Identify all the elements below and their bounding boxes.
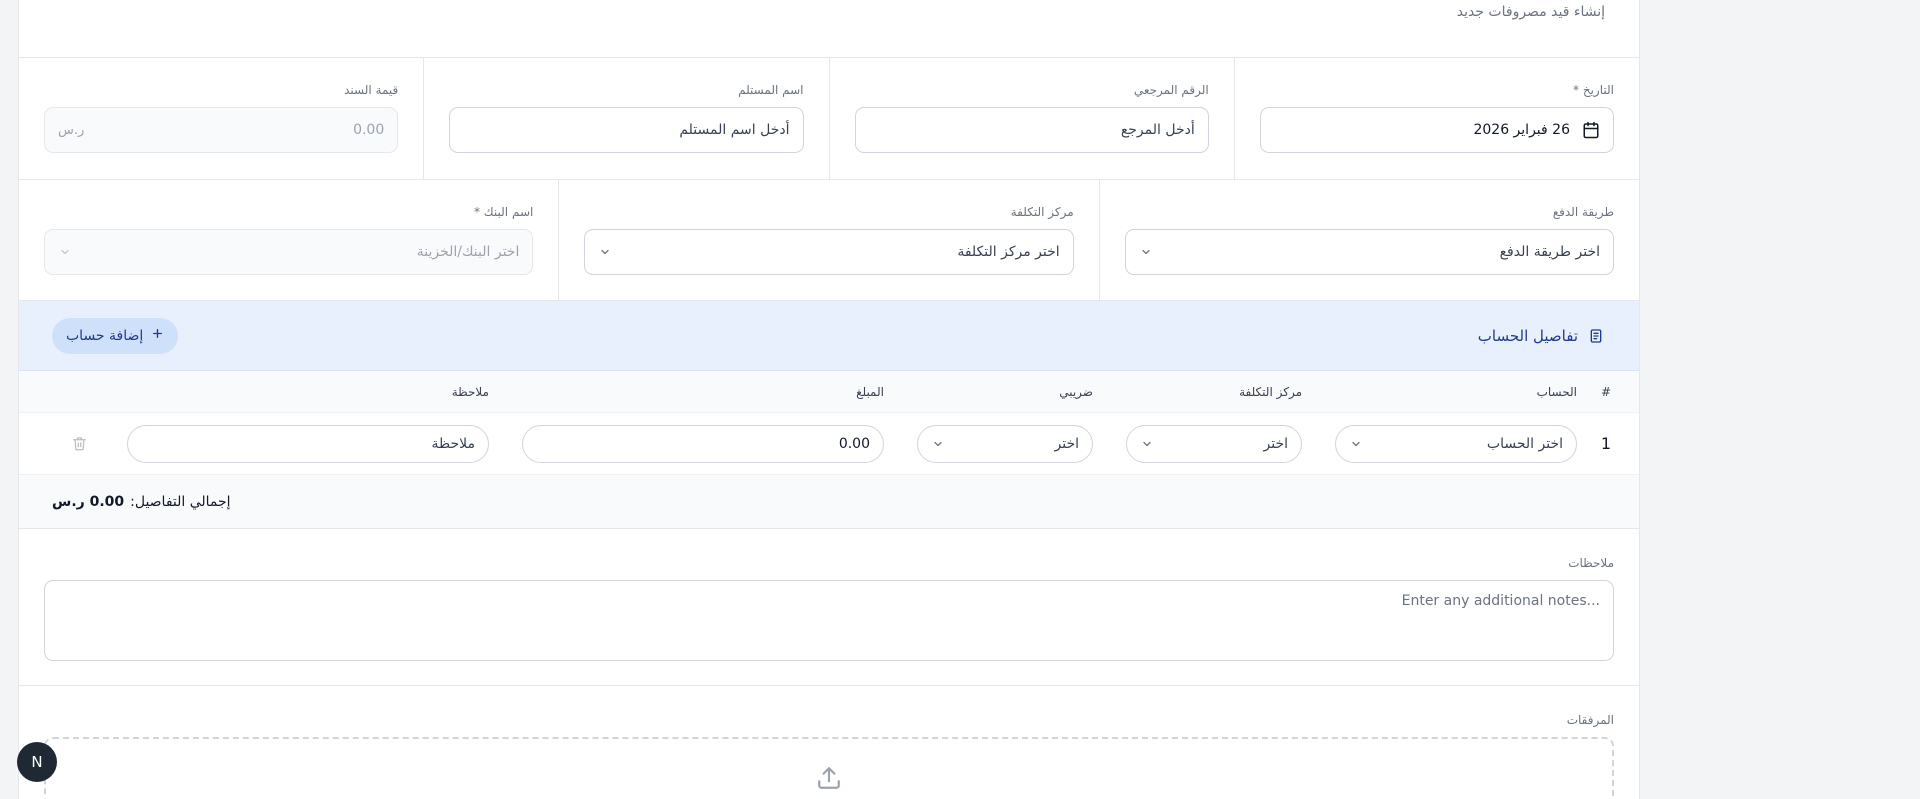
reference-label: الرقم المرجعي xyxy=(1133,83,1209,97)
add-account-button[interactable]: إضافة حساب xyxy=(52,317,179,354)
chevron-down-icon xyxy=(598,245,612,259)
col-cost-center: مركز التكلفة xyxy=(1239,384,1302,399)
receipt-icon xyxy=(1590,328,1602,343)
col-tax: ضريبي xyxy=(1059,384,1093,399)
delete-row-button[interactable] xyxy=(64,436,94,451)
date-picker[interactable]: 26 فبراير 2026 xyxy=(1259,107,1614,153)
table-row: 1 اختر الحساب اختر اختر 0.00 ملاحظة xyxy=(19,413,1639,475)
attachments-section: المرفقات xyxy=(19,686,1639,799)
reference-input[interactable]: أدخل المرجع xyxy=(854,107,1209,153)
reference-cell: الرقم المرجعي أدخل المرجع xyxy=(828,58,1234,179)
row-cost-center-placeholder: اختر xyxy=(1263,435,1289,452)
bank-select[interactable]: اختر البنك/الخزينة xyxy=(44,229,534,275)
bank-label: اسم البنك * xyxy=(473,205,534,219)
note-input[interactable]: ملاحظة xyxy=(127,424,489,463)
chevron-down-icon xyxy=(1139,245,1153,259)
col-amount: المبلغ xyxy=(856,384,884,399)
payment-method-placeholder: اختر طريقة الدفع xyxy=(1499,244,1600,260)
floating-app-button[interactable]: N xyxy=(17,742,57,782)
expense-entry-form: إنشاء قيد مصروفات جديد التاريخ * 26 فبرا… xyxy=(18,0,1640,799)
row-index: 1 xyxy=(1600,434,1611,453)
tax-placeholder: اختر xyxy=(1054,435,1080,452)
cost-center-select[interactable]: اختر مركز التكلفة xyxy=(584,229,1074,275)
recipient-placeholder: أدخل اسم المستلم xyxy=(679,122,790,138)
payment-method-select[interactable]: اختر طريقة الدفع xyxy=(1124,229,1614,275)
recipient-label: اسم المستلم xyxy=(738,83,804,97)
notes-placeholder: Enter any additional notes... xyxy=(1401,593,1600,609)
calendar-icon xyxy=(1583,121,1599,139)
cost-center-placeholder: اختر مركز التكلفة xyxy=(957,244,1060,260)
total-value: 0.00 ر.س xyxy=(52,493,125,510)
form-row-basic: التاريخ * 26 فبراير 2026 الرقم المرجعي أ… xyxy=(19,58,1639,180)
voucher-amount-value: 0.00 xyxy=(353,122,385,138)
notes-textarea[interactable]: Enter any additional notes... xyxy=(44,580,1614,661)
account-select[interactable]: اختر الحساب xyxy=(1335,424,1577,463)
voucher-amount-cell: قيمة السند 0.00 ر.س xyxy=(19,58,423,179)
reference-placeholder: أدخل المرجع xyxy=(1120,122,1195,138)
attachments-label: المرفقات xyxy=(1566,713,1614,727)
details-total: إجمالي التفاصيل: 0.00 ر.س xyxy=(19,475,1639,529)
notes-label: ملاحظات xyxy=(1568,556,1614,570)
recipient-input[interactable]: أدخل اسم المستلم xyxy=(449,107,804,153)
payment-method-cell: طريقة الدفع اختر طريقة الدفع xyxy=(1098,180,1639,300)
col-index: # xyxy=(1600,384,1611,399)
date-label: التاريخ * xyxy=(1573,83,1614,97)
account-details-label: تفاصيل الحساب xyxy=(1477,326,1578,345)
fab-label: N xyxy=(31,753,43,771)
amount-value: 0.00 xyxy=(838,435,870,452)
trash-icon xyxy=(72,437,86,451)
form-row-payment: طريقة الدفع اختر طريقة الدفع مركز التكلف… xyxy=(19,180,1639,301)
voucher-amount-field: 0.00 ر.س xyxy=(44,107,399,153)
page-title: إنشاء قيد مصروفات جديد xyxy=(19,0,1639,58)
payment-method-label: طريقة الدفع xyxy=(1552,205,1614,219)
chevron-down-icon xyxy=(58,245,72,259)
tax-select[interactable]: اختر xyxy=(917,424,1093,463)
recipient-cell: اسم المستلم أدخل اسم المستلم xyxy=(423,58,828,179)
chevron-down-icon xyxy=(931,437,945,451)
account-details-title: تفاصيل الحساب xyxy=(1478,327,1604,345)
date-value: 26 فبراير 2026 xyxy=(1473,122,1570,138)
add-account-label: إضافة حساب xyxy=(66,327,144,344)
currency-suffix: ر.س xyxy=(58,122,85,138)
col-note: ملاحظة xyxy=(451,384,489,399)
account-placeholder: اختر الحساب xyxy=(1486,435,1563,452)
upload-icon xyxy=(818,767,840,789)
chevron-down-icon xyxy=(1349,437,1363,451)
note-placeholder: ملاحظة xyxy=(431,435,476,452)
plus-icon xyxy=(151,327,164,344)
amount-input[interactable]: 0.00 xyxy=(522,424,884,463)
bank-placeholder: اختر البنك/الخزينة xyxy=(416,244,520,260)
date-cell: التاريخ * 26 فبراير 2026 xyxy=(1233,58,1639,179)
total-label: إجمالي التفاصيل: xyxy=(130,493,231,510)
cost-center-label: مركز التكلفة xyxy=(1010,205,1074,219)
attachments-dropzone[interactable] xyxy=(44,737,1614,799)
cost-center-cell: مركز التكلفة اختر مركز التكلفة xyxy=(558,180,1098,300)
accounts-table-header: # الحساب مركز التكلفة ضريبي المبلغ ملاحظ… xyxy=(19,371,1639,413)
chevron-down-icon xyxy=(1140,437,1154,451)
voucher-amount-label: قيمة السند xyxy=(344,83,399,97)
bank-cell: اسم البنك * اختر البنك/الخزينة xyxy=(19,180,558,300)
col-account: الحساب xyxy=(1536,384,1577,399)
account-details-bar: تفاصيل الحساب إضافة حساب xyxy=(19,301,1639,371)
row-cost-center-select[interactable]: اختر xyxy=(1126,424,1302,463)
notes-section: ملاحظات Enter any additional notes... xyxy=(19,529,1639,686)
